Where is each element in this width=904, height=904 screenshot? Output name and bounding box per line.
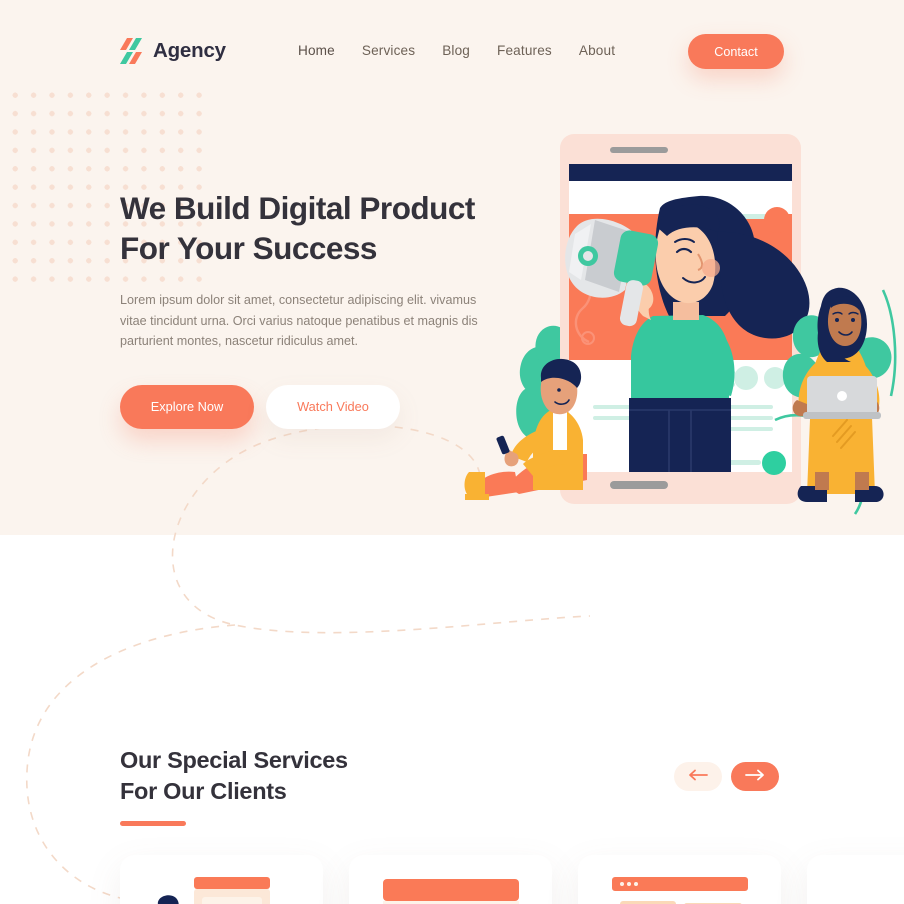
title-underline-rule (120, 821, 186, 826)
hero-title-line-2: For Your Success (120, 230, 377, 266)
arrow-left-icon (687, 769, 709, 784)
navbar: Agency Home Services Blog Features About… (0, 0, 904, 104)
hero-paragraph: Lorem ipsum dolor sit amet, consectetur … (120, 293, 478, 348)
service-card[interactable]: person-with-browser-window-illustration (120, 855, 323, 904)
watch-video-button[interactable]: Watch Video (266, 384, 400, 429)
services-heading: Our Special Services For Our Clients (120, 745, 540, 826)
hero-title-line-1: We Build Digital Product (120, 190, 475, 226)
carousel-next-button[interactable] (731, 762, 779, 791)
landing-page: Agency Home Services Blog Features About… (0, 0, 904, 904)
carousel-navigation (674, 762, 779, 791)
contact-button[interactable]: Contact (688, 34, 784, 69)
service-card[interactable]: storefront-browser-window-illustration (349, 855, 552, 904)
primary-navigation: Home Services Blog Features About (298, 43, 615, 58)
services-title-line-1: Our Special Services (120, 747, 348, 773)
service-card-list: person-with-browser-window-illustration … (0, 855, 904, 904)
services-title: Our Special Services For Our Clients (120, 745, 540, 807)
arrow-right-icon (744, 769, 766, 784)
services-title-line-2: For Our Clients (120, 778, 287, 804)
slanted-bars-logo-icon (118, 36, 144, 66)
nav-item-blog[interactable]: Blog (442, 43, 470, 58)
nav-item-features[interactable]: Features (497, 43, 552, 58)
service-card[interactable]: partial-card-illustration (807, 855, 904, 904)
nav-item-services[interactable]: Services (362, 43, 415, 58)
brand-logo-strip: PHILIPS Coca-Cola Coca-Cola Google fiver… (0, 600, 904, 688)
service-card[interactable]: article-layout-browser-window-illustrati… (578, 855, 781, 904)
brand-name: Agency (153, 39, 226, 62)
explore-now-button[interactable]: Explore Now (120, 384, 254, 429)
nav-item-about[interactable]: About (579, 43, 615, 58)
carousel-prev-button[interactable] (674, 762, 722, 791)
brand-logo[interactable]: Agency (118, 36, 226, 66)
nav-item-home[interactable]: Home (298, 43, 335, 58)
hero-illustration (455, 120, 904, 535)
